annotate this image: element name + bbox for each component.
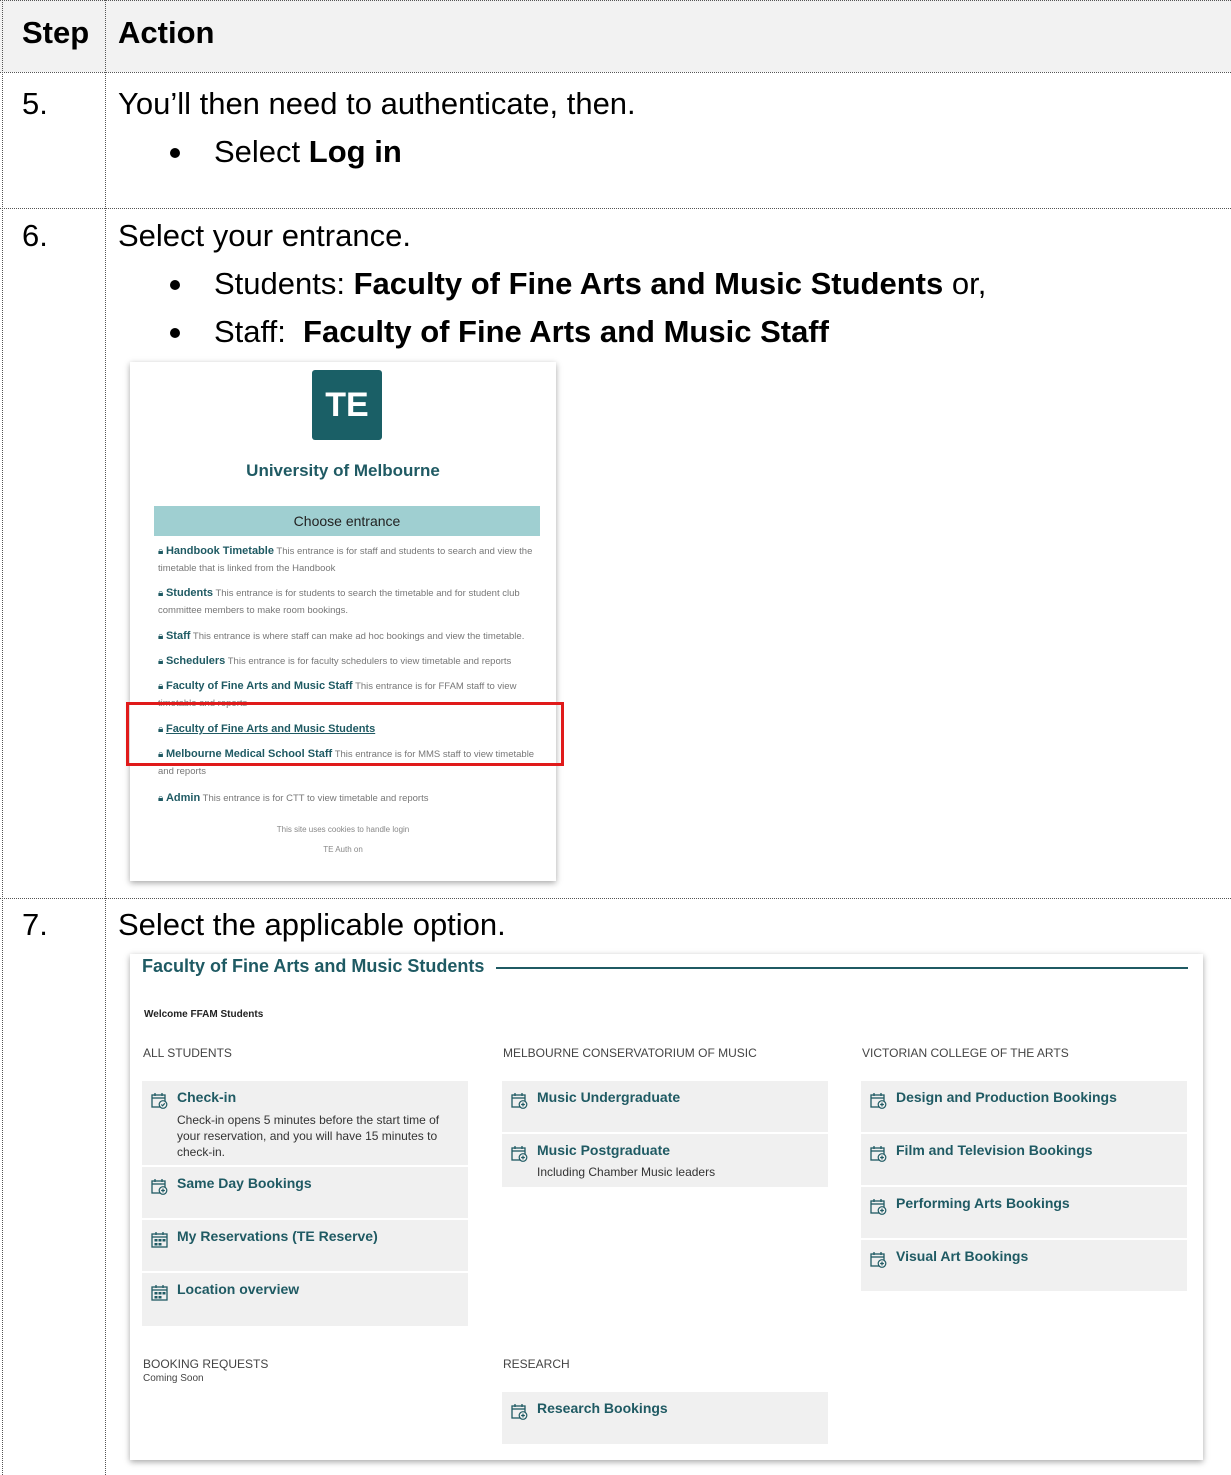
research-bookings-tile[interactable]: Research Bookings (502, 1392, 828, 1444)
location-overview-tile[interactable]: Location overview (142, 1273, 468, 1326)
calendar-plus-icon (870, 1146, 887, 1162)
calendar-plus-icon (511, 1093, 528, 1109)
section-heading: RESEARCH (503, 1357, 570, 1371)
my-reservations-label: My Reservations (TE Reserve) (177, 1228, 378, 1244)
calendar-plus-icon (511, 1146, 528, 1162)
calendar-grid-icon (151, 1232, 168, 1248)
step-text: Select your entrance. (118, 218, 411, 253)
table-border-left (2, 0, 3, 1475)
calendar-check-icon (151, 1093, 168, 1109)
entrance-item[interactable]: 🔒︎ Staff This entrance is where staff ca… (158, 628, 538, 645)
step-text: You’ll then need to authenticate, then. (118, 86, 636, 121)
row-divider (0, 898, 1231, 899)
column-divider (105, 0, 106, 1475)
checkin-tile[interactable]: Check-in Check-in opens 5 minutes before… (142, 1081, 468, 1165)
lock-icon: 🔒︎ (158, 681, 164, 692)
entrance-item[interactable]: 🔒︎ Handbook Timetable This entrance is f… (158, 543, 538, 577)
choose-entrance-heading: Choose entrance (154, 506, 540, 536)
section-heading: MELBOURNE CONSERVATORIUM OF MUSIC (503, 1046, 757, 1060)
entrance-item[interactable]: 🔒︎ Admin This entrance is for CTT to vie… (158, 790, 538, 807)
coming-soon-text: Coming Soon (143, 1373, 204, 1384)
film-television-label: Film and Television Bookings (896, 1142, 1093, 1158)
cookie-notice: This site uses cookies to handle login (276, 825, 410, 834)
design-production-tile[interactable]: Design and Production Bookings (861, 1081, 1187, 1132)
section-heading: BOOKING REQUESTS (143, 1357, 269, 1371)
students-screenshot: Faculty of Fine Arts and Music Students … (130, 954, 1203, 1460)
auth-note: TE Auth on (323, 845, 363, 854)
step-number: 7. (22, 907, 48, 942)
table-border-top (0, 0, 1231, 1)
calendar-plus-icon (870, 1252, 887, 1268)
row-divider (0, 208, 1231, 209)
calendar-plus-icon (151, 1179, 168, 1195)
lock-icon: 🔒︎ (158, 656, 164, 667)
calendar-plus-icon (870, 1093, 887, 1109)
section-heading: ALL STUDENTS (143, 1046, 232, 1060)
performing-arts-label: Performing Arts Bookings (896, 1195, 1070, 1211)
step-number: 6. (22, 218, 48, 253)
entrance-item[interactable]: 🔒︎ Schedulers This entrance is for facul… (158, 653, 538, 670)
checkin-label: Check-in (177, 1089, 237, 1105)
music-postgraduate-tile[interactable]: Music Postgraduate Including Chamber Mus… (502, 1134, 828, 1187)
visual-art-tile[interactable]: Visual Art Bookings (861, 1240, 1187, 1291)
page-title: Faculty of Fine Arts and Music Students (142, 956, 485, 976)
same-day-bookings-label: Same Day Bookings (177, 1175, 312, 1191)
same-day-bookings-tile[interactable]: Same Day Bookings (142, 1167, 468, 1218)
my-reservations-tile[interactable]: My Reservations (TE Reserve) (142, 1220, 468, 1271)
te-logo: TE (312, 370, 382, 440)
research-bookings-label: Research Bookings (537, 1400, 668, 1416)
section-heading: VICTORIAN COLLEGE OF THE ARTS (862, 1046, 1069, 1060)
welcome-text: Welcome FFAM Students (144, 1009, 264, 1020)
lock-icon: 🔒︎ (158, 588, 164, 599)
instruction-table: Step Action 5. You’ll then need to authe… (0, 0, 1231, 1475)
film-television-tile[interactable]: Film and Television Bookings (861, 1134, 1187, 1185)
row-divider (0, 72, 1231, 73)
location-overview-label: Location overview (177, 1281, 300, 1297)
lock-icon: 🔒︎ (158, 631, 164, 642)
bullet-item: Select Log in (170, 134, 402, 169)
entrance-item[interactable]: 🔒︎ Students This entrance is for student… (158, 585, 538, 619)
music-undergraduate-label: Music Undergraduate (537, 1089, 681, 1105)
design-production-label: Design and Production Bookings (896, 1089, 1117, 1105)
calendar-grid-icon (151, 1285, 168, 1301)
lock-icon: 🔒︎ (158, 793, 164, 804)
lock-icon: 🔒︎ (158, 546, 164, 557)
calendar-plus-icon (511, 1404, 528, 1420)
calendar-plus-icon (870, 1199, 887, 1215)
title-rule (496, 967, 1188, 969)
bullet-item: Students: Faculty of Fine Arts and Music… (169, 266, 987, 301)
bullet-item: Staff: Faculty of Fine Arts and Music St… (170, 314, 829, 349)
step-text: Select the applicable option. (118, 907, 506, 942)
checkin-description: Check-in opens 5 minutes before the star… (177, 1113, 440, 1159)
highlight-box (126, 702, 564, 766)
visual-art-label: Visual Art Bookings (896, 1248, 1029, 1264)
header-action: Action (118, 15, 215, 50)
performing-arts-tile[interactable]: Performing Arts Bookings (861, 1187, 1187, 1238)
music-undergraduate-tile[interactable]: Music Undergraduate (502, 1081, 828, 1132)
entrance-screenshot: TE University of Melbourne Choose entran… (130, 362, 556, 881)
header-step: Step (22, 15, 90, 50)
university-title: University of Melbourne (246, 461, 440, 480)
step-number: 5. (22, 86, 48, 121)
music-postgraduate-description: Including Chamber Music leaders (537, 1165, 716, 1179)
music-postgraduate-label: Music Postgraduate (537, 1142, 671, 1158)
